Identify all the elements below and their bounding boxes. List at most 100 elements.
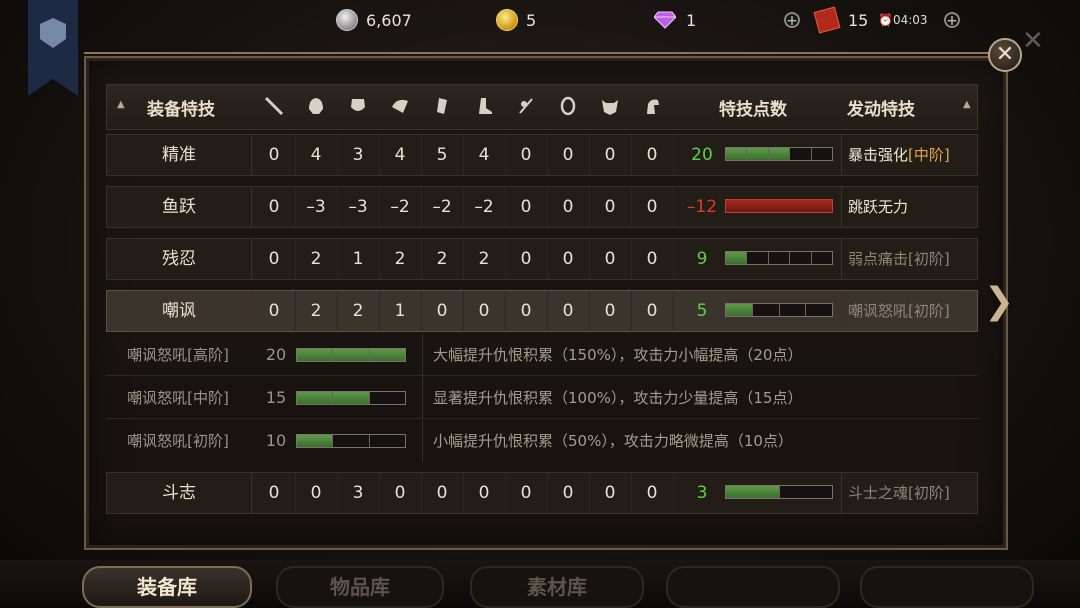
skill-name: 鱼跃 xyxy=(107,187,252,227)
slot-value: 0 xyxy=(463,291,506,331)
slot-value: 0 xyxy=(547,187,590,227)
slot-value: 4 xyxy=(379,135,422,175)
slot-value: 3 xyxy=(337,473,380,513)
effect-name: 暴击强化 xyxy=(848,146,909,164)
slot-value: 0 xyxy=(295,473,338,513)
timer-text: 04:03 xyxy=(892,13,928,27)
gauntlet-icon xyxy=(421,95,463,121)
slot-value: 3 xyxy=(337,135,380,175)
active-effect: 嘲讽怒吼[初阶] xyxy=(841,291,977,331)
table-row-selected[interactable]: 嘲讽 0 2 2 1 0 0 0 0 0 0 5 嘲讽怒吼[初阶] xyxy=(106,290,978,332)
bar-segment xyxy=(370,435,405,447)
slot-value: –2 xyxy=(379,187,422,227)
table-row[interactable]: 鱼跃 0 –3 –3 –2 –2 –2 0 0 0 0 –12 跳跃无力 xyxy=(106,186,978,228)
gold-counter: 5 xyxy=(496,8,536,32)
slot-value: 0 xyxy=(505,239,548,279)
bar-segment xyxy=(806,304,832,316)
slot-value: 0 xyxy=(253,187,296,227)
bar-segment xyxy=(297,435,334,447)
close-button[interactable]: ✕ xyxy=(988,38,1022,72)
slot-value: 2 xyxy=(337,291,380,331)
skill-detail-row: 嘲讽怒吼[中阶] 15 显著提升仇恨积累（100%），攻击力少量提高（15点） xyxy=(106,377,978,419)
slot-value: 0 xyxy=(589,135,632,175)
silver-amount: 6,607 xyxy=(366,10,412,30)
slot-value: 0 xyxy=(253,239,296,279)
skill-detail-row: 嘲讽怒吼[初阶] 10 小幅提升仇恨积累（50%），攻击力略微提高（10点） xyxy=(106,420,978,462)
diamond-icon xyxy=(654,11,676,29)
table-header: ▲ 装备特技 特技点数 发动特技 ▲ xyxy=(106,84,978,130)
shield-icon xyxy=(547,95,589,121)
bar-segment xyxy=(812,252,832,264)
points-header: 特技点数 xyxy=(719,100,787,120)
tab-equipment[interactable]: 装备库 xyxy=(82,566,252,608)
bar-segment xyxy=(747,252,769,264)
bar-segment xyxy=(753,304,780,316)
divider xyxy=(106,375,978,376)
skill-points: 9 xyxy=(696,249,708,269)
slot-value: 0 xyxy=(421,473,464,513)
detail-threshold: 15 xyxy=(265,388,287,407)
alarm-clock-icon: ⏰ xyxy=(878,13,893,27)
effect-level: [中阶] xyxy=(908,146,950,164)
bar-segment xyxy=(297,349,334,361)
header-title: 装备特技 xyxy=(147,100,215,120)
tab-materials[interactable]: 素材库 xyxy=(470,566,644,608)
active-effect: 弱点痛击[初阶] xyxy=(841,239,977,279)
slot-value: 2 xyxy=(295,239,338,279)
slot-value: –2 xyxy=(421,187,464,227)
detail-bar xyxy=(296,348,406,362)
sort-up-icon[interactable]: ▲ xyxy=(117,99,125,110)
silver-counter: 6,607 xyxy=(336,8,412,32)
detail-bar xyxy=(296,434,406,448)
gold-coin-icon xyxy=(496,9,518,31)
slot-value: 0 xyxy=(631,291,674,331)
slot-value: 4 xyxy=(295,135,338,175)
slot-value: 0 xyxy=(631,473,674,513)
bar-segment xyxy=(726,252,748,264)
add-gems-button[interactable]: + xyxy=(784,8,800,32)
slot-value: 0 xyxy=(631,239,674,279)
slot-value: 0 xyxy=(505,291,548,331)
bar-segment xyxy=(297,392,334,404)
silver-coin-icon xyxy=(336,9,358,31)
bar-segment xyxy=(333,349,370,361)
skill-points: 5 xyxy=(696,301,708,321)
bottom-tab-bar: 装备库 物品库 素材库 xyxy=(0,560,1080,608)
slot-value: 0 xyxy=(589,291,632,331)
table-row[interactable]: 精准 0 4 3 4 5 4 0 0 0 0 20 暴击强化[中阶] xyxy=(106,134,978,176)
gem-counter: 1 xyxy=(654,8,696,32)
table-row[interactable]: 残忍 0 2 1 2 2 2 0 0 0 0 9 弱点痛击[初阶] xyxy=(106,238,978,280)
slot-value: –3 xyxy=(295,187,338,227)
add-tickets-button[interactable]: + xyxy=(944,8,960,32)
detail-threshold: 20 xyxy=(265,345,287,364)
slot-value: 0 xyxy=(547,239,590,279)
active-skill-header: 发动特技 xyxy=(847,100,915,120)
bar-segment xyxy=(370,392,405,404)
helmet-icon xyxy=(295,95,337,121)
refill-timer: ⏰ 04:03 xyxy=(878,8,928,32)
bar-segment xyxy=(747,148,769,160)
slot-value: 1 xyxy=(379,291,422,331)
detail-bar xyxy=(296,391,406,405)
slot-value: 2 xyxy=(379,239,422,279)
slot-value: 0 xyxy=(421,291,464,331)
bar-segment xyxy=(780,304,807,316)
demon-mask-icon xyxy=(589,95,631,121)
sort-up-icon[interactable]: ▲ xyxy=(963,99,971,110)
table-row[interactable]: 斗志 0 0 3 0 0 0 0 0 0 0 3 斗士之魂[初阶] xyxy=(106,472,978,514)
tab-empty-slot[interactable] xyxy=(666,566,840,608)
bar-segment xyxy=(769,252,791,264)
slot-value: –2 xyxy=(463,187,506,227)
points-bar xyxy=(725,485,833,499)
detail-description: 小幅提升仇恨积累（50%），攻击力略微提高（10点） xyxy=(422,420,793,462)
slot-value: 0 xyxy=(505,473,548,513)
skill-points: 3 xyxy=(696,483,708,503)
tab-items[interactable]: 物品库 xyxy=(276,566,444,608)
slot-value: 0 xyxy=(379,473,422,513)
slot-value: 2 xyxy=(463,239,506,279)
tab-empty-slot[interactable] xyxy=(860,566,1034,608)
points-bar xyxy=(725,199,833,213)
next-page-arrow[interactable]: ❯ xyxy=(984,282,1014,322)
skill-name: 残忍 xyxy=(107,239,252,279)
skill-name: 嘲讽 xyxy=(107,291,252,331)
